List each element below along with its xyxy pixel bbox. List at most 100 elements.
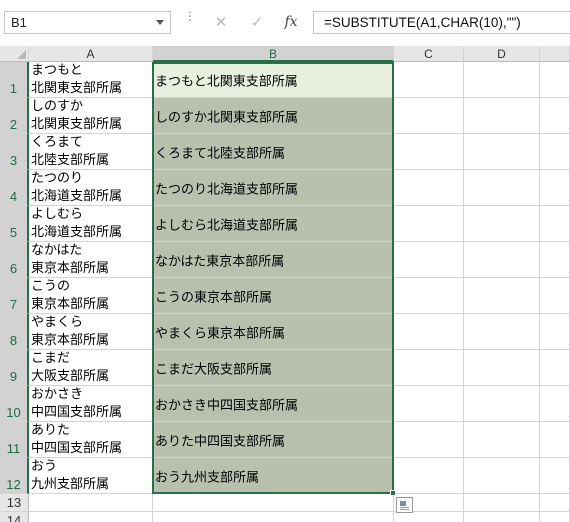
cell-e9[interactable]: [540, 350, 570, 386]
cell-c9[interactable]: [394, 350, 464, 386]
cell-a2[interactable]: しのすか 北関東支部所属: [29, 98, 153, 134]
cell-b11[interactable]: ありた中四国支部所属: [153, 422, 394, 458]
cell-d13[interactable]: [464, 494, 540, 512]
cell-b3[interactable]: くろまて北陸支部所属: [153, 134, 394, 170]
cell-e10[interactable]: [540, 386, 570, 422]
cell-e4[interactable]: [540, 170, 570, 206]
cell-a7[interactable]: こうの 東京本部所属: [29, 278, 153, 314]
row-header-13[interactable]: 13: [0, 494, 29, 512]
cell-b10[interactable]: おかさき中四国支部所属: [153, 386, 394, 422]
cell-c14[interactable]: [394, 512, 464, 522]
insert-function-button[interactable]: fx: [274, 11, 308, 34]
cell-e5[interactable]: [540, 206, 570, 242]
cell-a14[interactable]: [29, 512, 153, 522]
row-header-9[interactable]: 9: [0, 350, 29, 386]
column-header-c[interactable]: C: [394, 46, 464, 62]
cell-b9[interactable]: こまだ大阪支部所属: [153, 350, 394, 386]
cell-a13[interactable]: [29, 494, 153, 512]
cell-d12[interactable]: [464, 458, 540, 494]
quick-analysis-icon[interactable]: [396, 497, 413, 513]
row-number: 12: [6, 477, 21, 492]
row-header-4[interactable]: 4: [0, 170, 29, 206]
select-all-button[interactable]: [0, 46, 29, 62]
row-header-8[interactable]: 8: [0, 314, 29, 350]
row-header-11[interactable]: 11: [0, 422, 29, 458]
quick-analysis-lines: [400, 507, 409, 510]
cell-d1[interactable]: [464, 62, 540, 98]
cell-d10[interactable]: [464, 386, 540, 422]
row-header-5[interactable]: 5: [0, 206, 29, 242]
cell-e12[interactable]: [540, 458, 570, 494]
cell-a1[interactable]: まつもと 北関東支部所属: [29, 62, 153, 98]
cell-a9[interactable]: こまだ 大阪支部所属: [29, 350, 153, 386]
column-header-a[interactable]: A: [29, 46, 153, 62]
cell-c10[interactable]: [394, 386, 464, 422]
cell-e14[interactable]: [540, 512, 570, 522]
column-header-extra[interactable]: [540, 46, 570, 62]
cell-a8[interactable]: やまくら 東京本部所属: [29, 314, 153, 350]
cell-b7[interactable]: こうの東京本部所属: [153, 278, 394, 314]
cell-d11[interactable]: [464, 422, 540, 458]
cell-d3[interactable]: [464, 134, 540, 170]
check-icon[interactable]: ✓: [240, 11, 274, 34]
cell-e7[interactable]: [540, 278, 570, 314]
cell-e8[interactable]: [540, 314, 570, 350]
cell-c2[interactable]: [394, 98, 464, 134]
cell-a11[interactable]: ありた 中四国支部所属: [29, 422, 153, 458]
cell-a12[interactable]: おう 九州支部所属: [29, 458, 153, 494]
cell-d9[interactable]: [464, 350, 540, 386]
chevron-down-icon[interactable]: [156, 20, 164, 25]
cell-c1[interactable]: [394, 62, 464, 98]
cancel-icon[interactable]: ✕: [204, 11, 238, 34]
cell-d2[interactable]: [464, 98, 540, 134]
row-header-12[interactable]: 12: [0, 458, 29, 494]
cell-c5[interactable]: [394, 206, 464, 242]
cell-b4[interactable]: たつのり北海道支部所属: [153, 170, 394, 206]
row-header-2[interactable]: 2: [0, 98, 29, 134]
formula-input[interactable]: =SUBSTITUTE(A1,CHAR(10),""): [313, 11, 570, 34]
cell-c3[interactable]: [394, 134, 464, 170]
cell-e6[interactable]: [540, 242, 570, 278]
cell-b5[interactable]: よしむら北海道支部所属: [153, 206, 394, 242]
cell-b13[interactable]: [153, 494, 394, 512]
fill-handle[interactable]: [390, 490, 396, 496]
cell-b14[interactable]: [153, 512, 394, 522]
column-header-d[interactable]: D: [464, 46, 540, 62]
cell-e3[interactable]: [540, 134, 570, 170]
row-header-1[interactable]: 1: [0, 62, 29, 98]
cell-d7[interactable]: [464, 278, 540, 314]
cell-c7[interactable]: [394, 278, 464, 314]
row-header-14[interactable]: 14: [0, 512, 29, 522]
cell-d4[interactable]: [464, 170, 540, 206]
cell-b8[interactable]: やまくら東京本部所属: [153, 314, 394, 350]
row-header-6[interactable]: 6: [0, 242, 29, 278]
cell-c4[interactable]: [394, 170, 464, 206]
cell-a4[interactable]: たつのり 北海道支部所属: [29, 170, 153, 206]
cell-e13[interactable]: [540, 494, 570, 512]
cell-c11[interactable]: [394, 422, 464, 458]
row-header-10[interactable]: 10: [0, 386, 29, 422]
cell-d6[interactable]: [464, 242, 540, 278]
cell-c12[interactable]: [394, 458, 464, 494]
cell-a5[interactable]: よしむら 北海道支部所属: [29, 206, 153, 242]
column-header-b[interactable]: B: [153, 46, 394, 62]
more-options-icon[interactable]: ⋮: [184, 10, 196, 22]
cell-a3[interactable]: くろまて 北陸支部所属: [29, 134, 153, 170]
cell-d5[interactable]: [464, 206, 540, 242]
cell-a6[interactable]: なかはた 東京本部所属: [29, 242, 153, 278]
cell-b6[interactable]: なかはた東京本部所属: [153, 242, 394, 278]
name-box[interactable]: B1: [4, 11, 171, 34]
cell-a10[interactable]: おかさき 中四国支部所属: [29, 386, 153, 422]
row-header-7[interactable]: 7: [0, 278, 29, 314]
cell-b12[interactable]: おう九州支部所属: [153, 458, 394, 494]
cell-c6[interactable]: [394, 242, 464, 278]
cell-d8[interactable]: [464, 314, 540, 350]
cell-e2[interactable]: [540, 98, 570, 134]
cell-e1[interactable]: [540, 62, 570, 98]
cell-d14[interactable]: [464, 512, 540, 522]
cell-c8[interactable]: [394, 314, 464, 350]
cell-e11[interactable]: [540, 422, 570, 458]
cell-b1[interactable]: まつもと北関東支部所属: [153, 62, 394, 98]
cell-b2[interactable]: しのすか北関東支部所属: [153, 98, 394, 134]
row-header-3[interactable]: 3: [0, 134, 29, 170]
